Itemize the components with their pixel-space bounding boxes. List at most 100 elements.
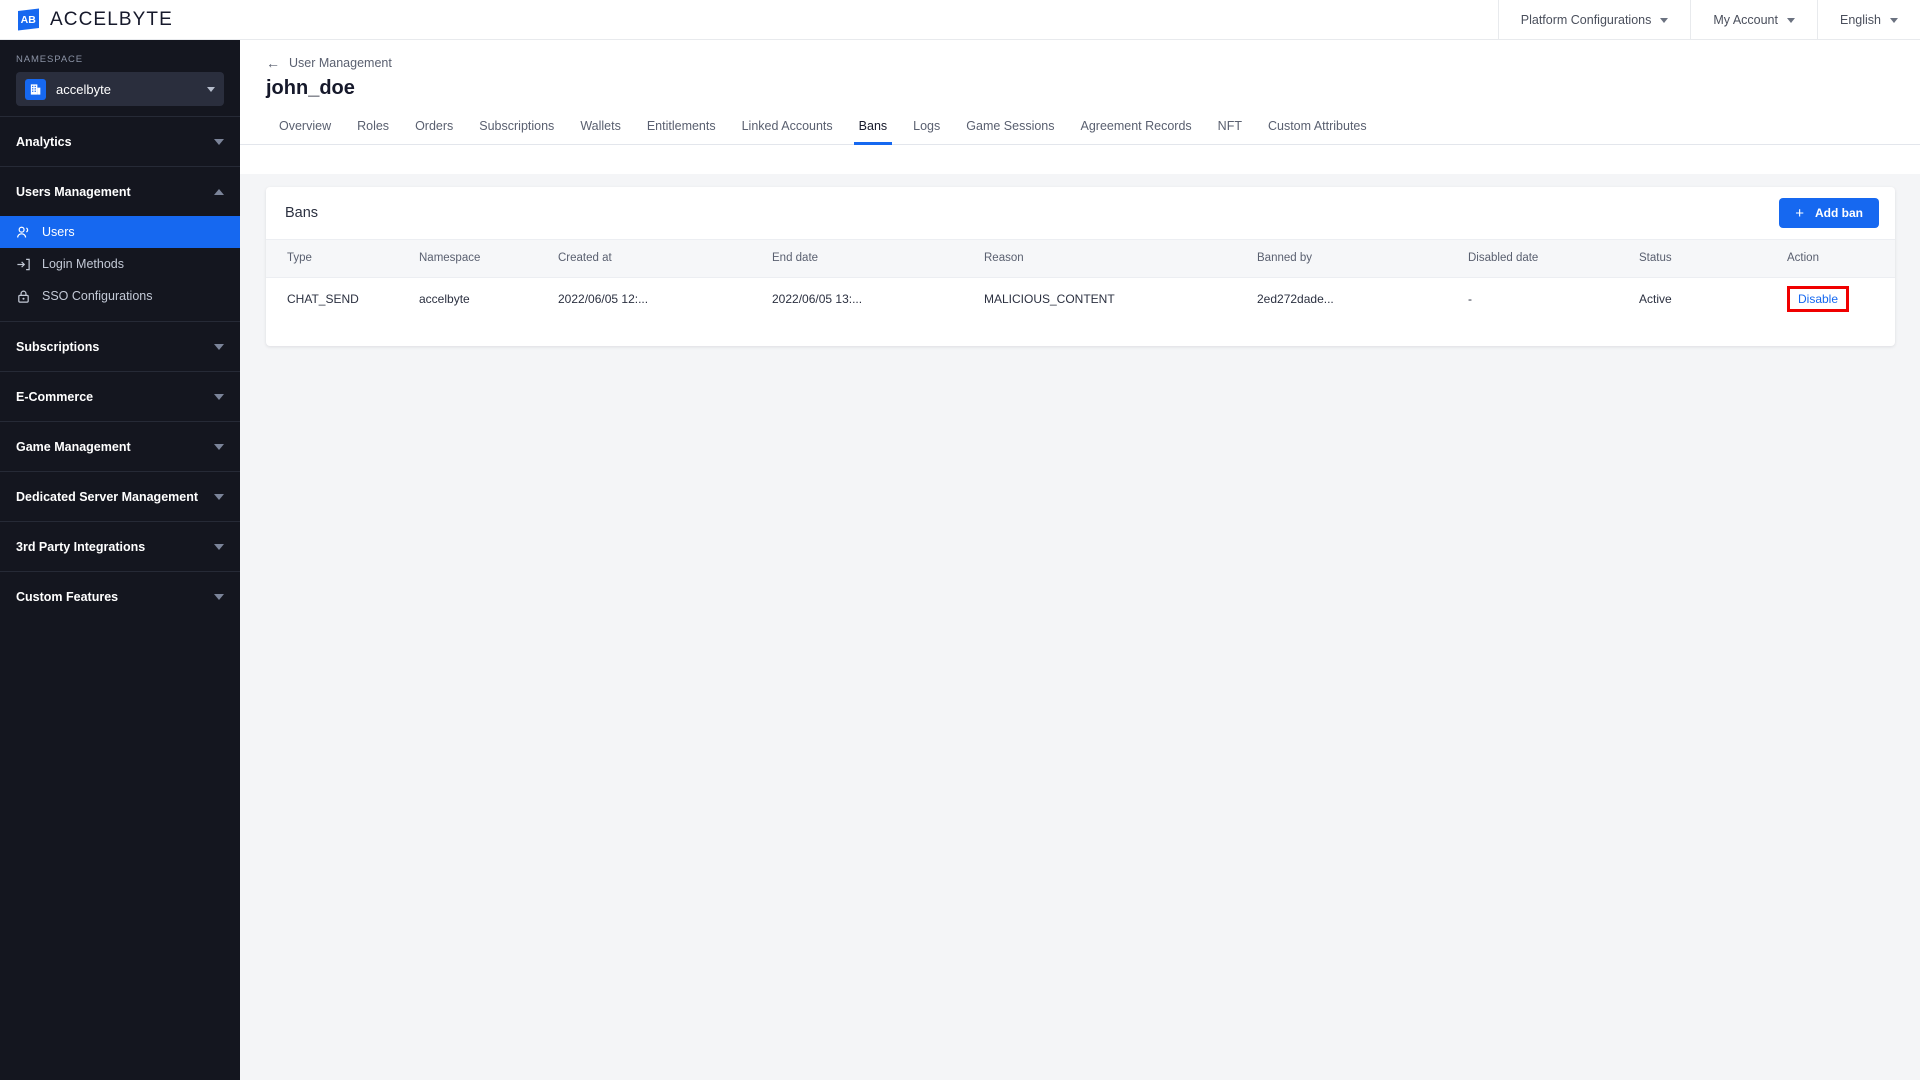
action-highlight-annotation: Disable: [1787, 286, 1850, 313]
column-header-type[interactable]: Type: [266, 240, 419, 278]
column-header-created-at[interactable]: Created at: [558, 240, 772, 278]
breadcrumb[interactable]: ← User Management: [240, 40, 1920, 70]
cell-type: CHAT_SEND: [287, 292, 359, 307]
bans-card: Bans + Add ban Type Namespace Created at…: [266, 187, 1895, 346]
triangle-up-icon: [214, 188, 224, 195]
namespace-label: NAMESPACE: [16, 54, 84, 65]
sidebar-group-custom-features-label: Custom Features: [16, 589, 119, 604]
column-header-end-date[interactable]: End date: [772, 240, 984, 278]
sidebar-group-e-commerce: E-Commerce: [0, 371, 240, 421]
header-menu-my-account[interactable]: My Account: [1690, 0, 1817, 40]
sidebar-group-custom-features-header[interactable]: Custom Features: [0, 572, 240, 621]
triangle-down-icon: [214, 543, 224, 550]
tab-orders[interactable]: Orders: [402, 119, 466, 144]
tab-overview-label: Overview: [279, 119, 332, 133]
lock-icon: [18, 290, 29, 303]
table-row: CHAT_SEND accelbyte 2022/06/05 12:... 20…: [266, 277, 1895, 321]
tab-nft[interactable]: NFT: [1205, 119, 1255, 144]
cell-end-date: 2022/06/05 13:...: [772, 292, 863, 307]
tab-agreement-records[interactable]: Agreement Records: [1068, 119, 1205, 144]
cell-reason: MALICIOUS_CONTENT: [984, 292, 1115, 307]
brand-logo-area[interactable]: AB ACCELBYTE: [0, 7, 173, 32]
tab-wallets-label: Wallets: [580, 119, 621, 133]
namespace-selector[interactable]: accelbyte: [16, 72, 224, 106]
triangle-down-icon: [214, 393, 224, 400]
column-header-banned-by[interactable]: Banned by: [1257, 240, 1468, 278]
cell-action: Disable: [1787, 277, 1895, 321]
tab-orders-label: Orders: [415, 119, 454, 133]
tab-linked-accounts[interactable]: Linked Accounts: [729, 119, 846, 144]
column-header-reason[interactable]: Reason: [984, 240, 1257, 278]
sidebar-group-dedicated-server-management-header[interactable]: Dedicated Server Management: [0, 472, 240, 521]
header-menu-platform-configurations-label: Platform Configurations: [1520, 13, 1652, 27]
page-title: john_doe: [266, 77, 355, 99]
users-icon: [17, 226, 29, 238]
header-menu-group: Platform Configurations My Account Engli…: [1497, 0, 1920, 40]
triangle-down-icon: [214, 493, 224, 500]
sidebar-group-3rd-party-integrations-label: 3rd Party Integrations: [16, 539, 146, 554]
tab-bans-label: Bans: [858, 119, 888, 133]
header-menu-platform-configurations[interactable]: Platform Configurations: [1497, 0, 1691, 40]
arrow-left-icon: ←: [266, 55, 280, 71]
tab-game-sessions-label: Game Sessions: [966, 119, 1055, 133]
tab-roles[interactable]: Roles: [344, 119, 402, 144]
header-menu-language[interactable]: English: [1817, 0, 1920, 40]
tab-entitlements-label: Entitlements: [646, 119, 716, 133]
tab-linked-accounts-label: Linked Accounts: [741, 119, 833, 133]
sidebar-item-sso-configurations[interactable]: SSO Configurations: [0, 280, 240, 312]
column-header-disabled-date[interactable]: Disabled date: [1468, 240, 1639, 278]
sidebar-group-subscriptions: Subscriptions: [0, 321, 240, 371]
sidebar-group-users-management-label: Users Management: [16, 184, 131, 199]
tab-game-sessions[interactable]: Game Sessions: [953, 119, 1067, 144]
tab-custom-attributes-label: Custom Attributes: [1267, 119, 1367, 133]
content-area: Bans + Add ban Type Namespace Created at…: [240, 174, 1920, 1080]
column-header-action[interactable]: Action: [1787, 240, 1895, 278]
tab-wallets[interactable]: Wallets: [567, 119, 634, 144]
chevron-down-icon: [1787, 17, 1795, 23]
cell-created-at: 2022/06/05 12:...: [558, 292, 649, 307]
triangle-down-icon: [214, 443, 224, 450]
tab-bar: Overview Roles Orders Subscriptions Wall…: [240, 100, 1920, 145]
tab-logs[interactable]: Logs: [900, 119, 953, 144]
sidebar-group-3rd-party-integrations-header[interactable]: 3rd Party Integrations: [0, 522, 240, 571]
breadcrumb-label: User Management: [289, 56, 392, 70]
tab-overview[interactable]: Overview: [266, 119, 344, 144]
plus-icon: +: [1795, 204, 1804, 222]
sidebar-group-dedicated-server-management: Dedicated Server Management: [0, 471, 240, 521]
cell-namespace: accelbyte: [419, 292, 470, 307]
disable-ban-link[interactable]: Disable: [1798, 292, 1838, 306]
sidebar-group-subscriptions-header[interactable]: Subscriptions: [0, 322, 240, 371]
column-header-namespace[interactable]: Namespace: [419, 240, 558, 278]
sidebar-group-3rd-party-integrations: 3rd Party Integrations: [0, 521, 240, 571]
bans-card-footer: [266, 321, 1895, 346]
bans-table: Type Namespace Created at End date Reaso…: [266, 240, 1895, 321]
sidebar-group-analytics: Analytics: [0, 116, 240, 166]
sidebar-group-subscriptions-label: Subscriptions: [16, 339, 100, 354]
tab-custom-attributes[interactable]: Custom Attributes: [1255, 119, 1380, 144]
sidebar-group-dedicated-server-management-label: Dedicated Server Management: [16, 489, 199, 504]
tab-bans[interactable]: Bans: [846, 119, 901, 145]
tab-nft-label: NFT: [1217, 119, 1242, 133]
sidebar-group-e-commerce-header[interactable]: E-Commerce: [0, 372, 240, 421]
brand-name: ACCELBYTE: [50, 8, 173, 30]
sidebar-group-game-management: Game Management: [0, 421, 240, 471]
table-header-row: Type Namespace Created at End date Reaso…: [266, 240, 1895, 278]
add-ban-button[interactable]: + Add ban: [1779, 198, 1879, 228]
sidebar-group-game-management-header[interactable]: Game Management: [0, 422, 240, 471]
cell-disabled-date: -: [1468, 292, 1472, 307]
sidebar-item-login-methods[interactable]: Login Methods: [0, 248, 240, 280]
chevron-down-icon: [1660, 17, 1669, 23]
sidebar-group-custom-features: Custom Features: [0, 571, 240, 621]
tab-entitlements[interactable]: Entitlements: [634, 119, 729, 144]
chevron-down-icon: [1890, 17, 1898, 23]
column-header-status[interactable]: Status: [1639, 240, 1787, 278]
sidebar-group-users-management-header[interactable]: Users Management: [0, 167, 240, 216]
namespace-value: accelbyte: [56, 81, 111, 97]
triangle-down-icon: [214, 343, 224, 350]
sidebar-group-analytics-label: Analytics: [16, 134, 72, 149]
tab-subscriptions[interactable]: Subscriptions: [466, 119, 567, 144]
app-root: AB ACCELBYTE Platform Configurations My …: [0, 0, 1920, 1080]
tab-agreement-records-label: Agreement Records: [1080, 119, 1192, 133]
sidebar-item-users[interactable]: Users: [0, 216, 240, 248]
sidebar-group-analytics-header[interactable]: Analytics: [0, 117, 240, 166]
